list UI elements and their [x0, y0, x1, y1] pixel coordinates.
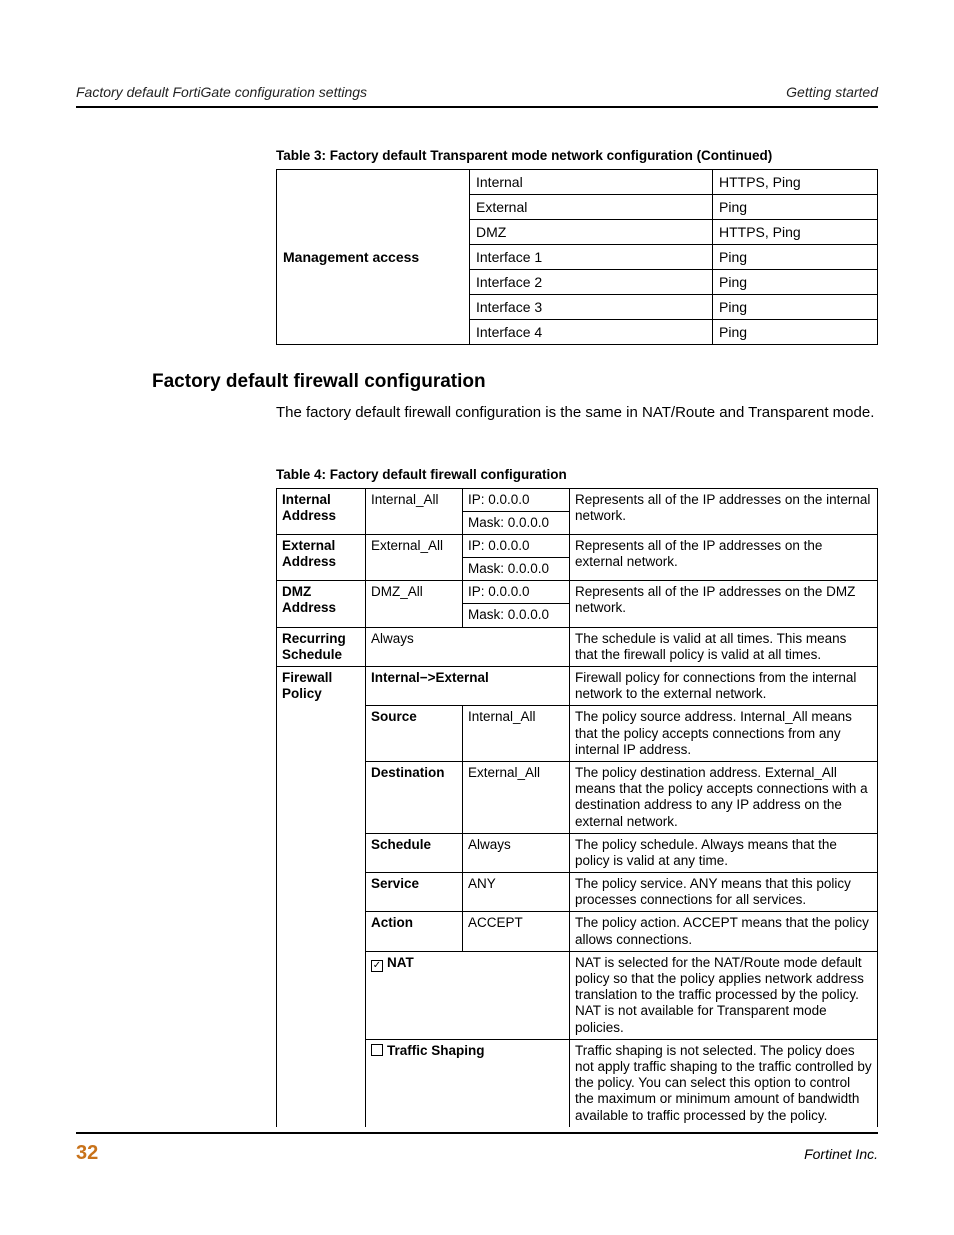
- t4-internal-name: Internal_All: [366, 488, 463, 534]
- t4-svc-val: ANY: [463, 873, 570, 912]
- t3-proto: HTTPS, Ping: [713, 220, 878, 245]
- table4: Internal Address Internal_All IP: 0.0.0.…: [276, 488, 878, 1127]
- t3-iface: External: [470, 195, 713, 220]
- t4-dmz-label: DMZ Address: [277, 581, 366, 627]
- t3-proto: Ping: [713, 295, 878, 320]
- t4-act-label: Action: [366, 912, 463, 951]
- table3-rowlabel: Management access: [277, 170, 470, 345]
- checkbox-checked-icon: ✓: [371, 960, 383, 972]
- t4-fw-direction: Internal−>External: [366, 667, 570, 706]
- table3-caption: Table 3: Factory default Transparent mod…: [276, 148, 878, 163]
- t3-iface: Interface 2: [470, 270, 713, 295]
- checkbox-unchecked-icon: [371, 1044, 383, 1056]
- t3-proto: Ping: [713, 320, 878, 345]
- table3: Management access Internal HTTPS, Ping E…: [276, 169, 878, 345]
- t4-recurring-desc: The schedule is valid at all times. This…: [570, 627, 878, 666]
- t3-iface: Interface 1: [470, 245, 713, 270]
- t4-nat-label: NAT: [387, 955, 414, 970]
- t4-recurring-value: Always: [366, 627, 570, 666]
- t4-fw-direction-desc: Firewall policy for connections from the…: [570, 667, 878, 706]
- section-heading: Factory default firewall configuration: [152, 371, 878, 393]
- t4-internal-mask: Mask: 0.0.0.0: [463, 511, 570, 534]
- header-right: Getting started: [786, 84, 878, 100]
- t4-sch-desc: The policy schedule. Always means that t…: [570, 833, 878, 872]
- t4-sch-val: Always: [463, 833, 570, 872]
- t3-iface: DMZ: [470, 220, 713, 245]
- t4-external-ip: IP: 0.0.0.0: [463, 534, 570, 557]
- t4-shape-label: Traffic Shaping: [387, 1043, 485, 1058]
- t4-recurring-label: Recurring Schedule: [277, 627, 366, 666]
- page-number: 32: [76, 1142, 98, 1165]
- t4-nat-desc: NAT is selected for the NAT/Route mode d…: [570, 951, 878, 1039]
- t4-external-desc: Represents all of the IP addresses on th…: [570, 534, 878, 580]
- t4-dmz-desc: Represents all of the IP addresses on th…: [570, 581, 878, 627]
- t4-dmz-mask: Mask: 0.0.0.0: [463, 604, 570, 627]
- t4-external-name: External_All: [366, 534, 463, 580]
- t4-dst-val: External_All: [463, 761, 570, 833]
- header-left: Factory default FortiGate configuration …: [76, 84, 367, 100]
- t4-act-desc: The policy action. ACCEPT means that the…: [570, 912, 878, 951]
- t4-internal-label: Internal Address: [277, 488, 366, 534]
- t4-external-label: External Address: [277, 534, 366, 580]
- t4-fw-label: Firewall Policy: [277, 667, 366, 1127]
- t3-proto: HTTPS, Ping: [713, 170, 878, 195]
- t4-src-val: Internal_All: [463, 706, 570, 762]
- t4-src-desc: The policy source address. Internal_All …: [570, 706, 878, 762]
- t4-dst-label: Destination: [366, 761, 463, 833]
- t4-dmz-ip: IP: 0.0.0.0: [463, 581, 570, 604]
- t4-external-mask: Mask: 0.0.0.0: [463, 558, 570, 581]
- t4-act-val: ACCEPT: [463, 912, 570, 951]
- t4-dmz-name: DMZ_All: [366, 581, 463, 627]
- t4-sch-label: Schedule: [366, 833, 463, 872]
- t3-proto: Ping: [713, 195, 878, 220]
- running-header: Factory default FortiGate configuration …: [76, 84, 878, 108]
- table4-caption: Table 4: Factory default firewall config…: [276, 467, 878, 482]
- t4-src-label: Source: [366, 706, 463, 762]
- t4-svc-label: Service: [366, 873, 463, 912]
- t4-dst-desc: The policy destination address. External…: [570, 761, 878, 833]
- t3-proto: Ping: [713, 270, 878, 295]
- t4-shape-desc: Traffic shaping is not selected. The pol…: [570, 1039, 878, 1126]
- section-body: The factory default firewall configurati…: [276, 403, 878, 423]
- page-footer: 32 Fortinet Inc.: [76, 1132, 878, 1165]
- company-name: Fortinet Inc.: [804, 1146, 878, 1162]
- t4-internal-desc: Represents all of the IP addresses on th…: [570, 488, 878, 534]
- t4-nat-cell: ✓ NAT: [366, 951, 570, 1039]
- t3-iface: Internal: [470, 170, 713, 195]
- t3-iface: Interface 4: [470, 320, 713, 345]
- t4-svc-desc: The policy service. ANY means that this …: [570, 873, 878, 912]
- t4-shape-cell: Traffic Shaping: [366, 1039, 570, 1126]
- t3-proto: Ping: [713, 245, 878, 270]
- t4-internal-ip: IP: 0.0.0.0: [463, 488, 570, 511]
- t3-iface: Interface 3: [470, 295, 713, 320]
